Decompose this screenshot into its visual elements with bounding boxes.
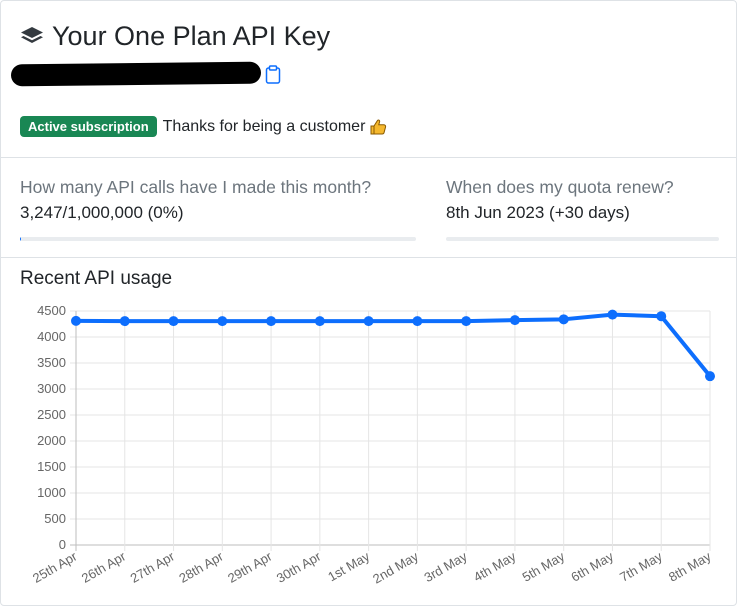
- y-tick-label: 4000: [37, 329, 66, 344]
- x-tick-label: 2nd May: [370, 548, 421, 586]
- y-tick-label: 1500: [37, 459, 66, 474]
- y-tick-label: 3000: [37, 381, 66, 396]
- api-key-redacted: ••••••••••••••••••••••••••: [10, 61, 262, 87]
- stats-divider: [1, 257, 736, 258]
- x-tick-label: 7th May: [617, 548, 665, 584]
- y-tick-label: 3500: [37, 355, 66, 370]
- data-point: [119, 316, 130, 327]
- y-tick-label: 500: [44, 511, 66, 526]
- status-badge: Active subscription: [20, 116, 157, 137]
- data-point: [509, 315, 520, 326]
- x-tick-label: 6th May: [568, 548, 616, 584]
- api-key-row: ••••••••••••••••••••••••••: [10, 61, 283, 87]
- x-tick-label: 29th Apr: [225, 548, 275, 586]
- data-point: [217, 316, 228, 327]
- data-point: [558, 314, 569, 325]
- x-tick-label: 26th Apr: [79, 548, 129, 586]
- y-tick-label: 2000: [37, 433, 66, 448]
- title-row: Your One Plan API Key: [20, 21, 330, 52]
- x-tick-label: 8th May: [666, 548, 714, 584]
- y-tick-label: 2500: [37, 407, 66, 422]
- data-point: [314, 316, 325, 327]
- x-tick-label: 27th Apr: [128, 548, 178, 586]
- page-title: Your One Plan API Key: [52, 21, 331, 51]
- usage-line-chart: 0 500 1000 1500 2000 2500 3000 3500 4000 4500 25th…: [30, 303, 715, 587]
- x-tick-label: 30th Apr: [274, 548, 324, 586]
- calls-question: How many API calls have I made this mont…: [20, 177, 372, 197]
- x-tick-label: 25th Apr: [30, 548, 80, 586]
- calls-value: 3,247/1,000,000 (0%): [20, 203, 184, 222]
- renew-value: 8th Jun 2023 (+30 days): [446, 203, 630, 222]
- x-tick-label: 28th Apr: [176, 548, 226, 586]
- card-header: Your One Plan API Key ••••••••••••••••••…: [1, 1, 736, 157]
- data-point: [363, 316, 374, 327]
- data-point: [71, 315, 81, 326]
- x-tick-label: 1st May: [325, 548, 372, 584]
- layers-icon: [20, 24, 46, 50]
- data-point: [412, 316, 423, 327]
- thanks-text: Thanks for being a customer: [162, 117, 366, 135]
- clipboard-icon[interactable]: [265, 64, 283, 84]
- data-point: [705, 371, 715, 382]
- x-tick-label: 5th May: [520, 548, 568, 584]
- calls-progress-fill: [20, 237, 22, 241]
- y-tick-label: 1000: [37, 485, 66, 500]
- y-tick-label: 0: [59, 537, 66, 552]
- thumbs-up-icon: [369, 118, 387, 136]
- y-tick-label: 4500: [37, 303, 66, 318]
- x-tick-label: 4th May: [471, 548, 519, 584]
- data-point: [607, 309, 618, 320]
- chart-title: Recent API usage: [20, 268, 173, 289]
- x-tick-label: 3rd May: [421, 548, 470, 585]
- renew-question: When does my quota renew?: [446, 177, 674, 197]
- calls-stat: How many API calls have I made this mont…: [20, 177, 371, 223]
- api-key-card: Your One Plan API Key ••••••••••••••••••…: [0, 0, 737, 606]
- calls-progress-bar: [20, 237, 416, 241]
- renew-stat: When does my quota renew? 8th Jun 2023 (…: [446, 177, 674, 223]
- renew-progress-bar: [446, 237, 719, 241]
- subscription-row: Active subscription Thanks for being a c…: [20, 116, 387, 137]
- data-point: [266, 316, 277, 327]
- header-divider: [1, 157, 736, 158]
- data-point: [656, 311, 667, 322]
- data-point: [168, 316, 179, 327]
- data-point: [461, 316, 472, 327]
